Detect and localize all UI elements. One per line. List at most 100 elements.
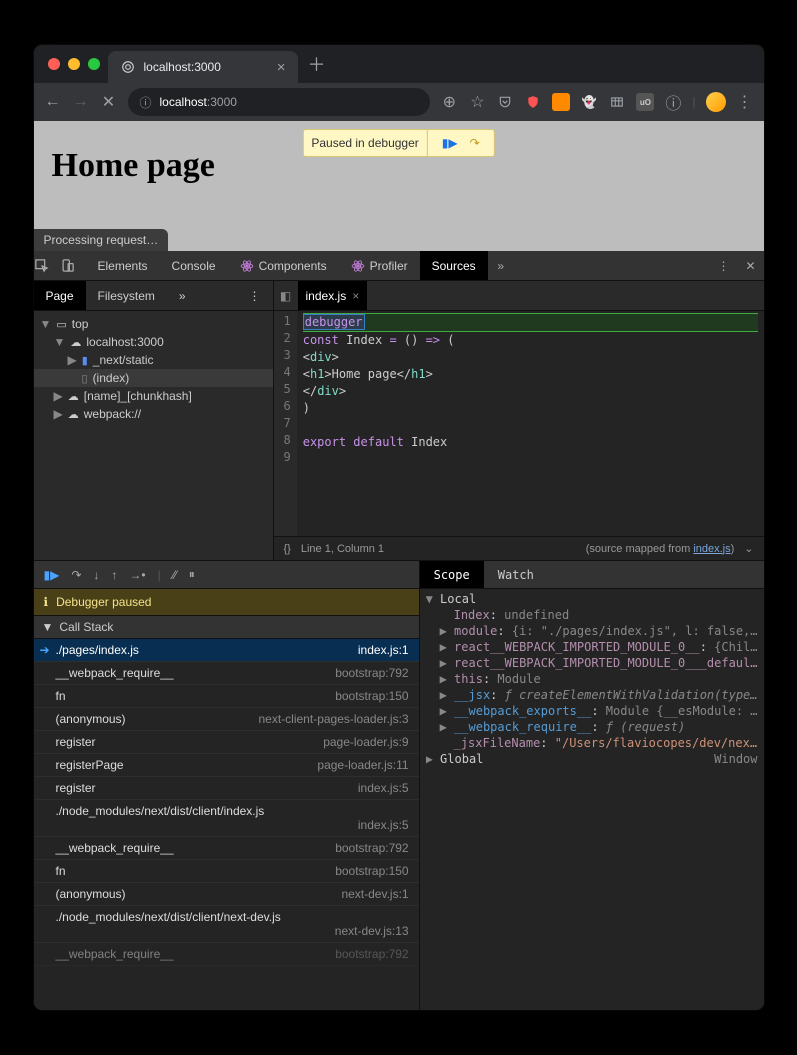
stack-frame[interactable]: __webpack_require__bootstrap:792 — [34, 837, 419, 860]
source-map-link[interactable]: index.js — [693, 543, 730, 555]
stack-frame[interactable]: fnbootstrap:150 — [34, 685, 419, 708]
step-icon[interactable]: ↷ — [464, 133, 486, 153]
scope-row[interactable]: ▶ module: {i: "./pages/index.js", l: fal… — [426, 623, 758, 639]
tree-file-index[interactable]: ▯(index) — [34, 369, 273, 387]
more-tabs-icon[interactable]: » — [488, 259, 514, 273]
debugger-left: ▮▶ ↷ ↓ ↑ →• | ⁄⁄ ⏸ ℹ Debugger paused ▼Ca… — [34, 561, 420, 1010]
bookmark-icon[interactable]: ☆ — [468, 92, 486, 112]
pocket-icon[interactable] — [496, 93, 514, 111]
extension-orange-icon[interactable] — [552, 93, 570, 111]
info-icon[interactable]: ⓘ — [664, 90, 682, 114]
site-info-icon[interactable]: ⓘ — [140, 94, 152, 111]
tab-scope[interactable]: Scope — [420, 561, 484, 588]
tree-folder[interactable]: ▶▮_next/static — [34, 351, 273, 369]
stack-frame[interactable]: __webpack_require__bootstrap:792 — [34, 662, 419, 685]
scope-row[interactable]: ▶ __webpack_require__: ƒ (request) — [426, 719, 758, 735]
back-button[interactable]: ← — [44, 93, 62, 111]
deactivate-breakpoints-button[interactable]: ⁄⁄ — [173, 568, 177, 582]
ghost-icon[interactable]: 👻 — [580, 93, 598, 111]
url: localhost:3000 — [160, 95, 237, 109]
debugger-paused-banner: ℹ Debugger paused — [34, 589, 419, 616]
browser-window: localhost:3000 × ＋ ← → ✕ ⓘ localhost:300… — [34, 45, 764, 1010]
tree-host[interactable]: ▼☁localhost:3000 — [34, 333, 273, 351]
tree-top[interactable]: ▼▭top — [34, 315, 273, 333]
watch-pin-icon[interactable]: ◧ — [274, 289, 298, 303]
scope-row[interactable]: ▶ this: Module — [426, 671, 758, 687]
scope-row[interactable]: ▶ __jsx: ƒ createElementWithValidation(t… — [426, 687, 758, 703]
step-out-button[interactable]: ↑ — [111, 568, 117, 582]
close-window-icon[interactable] — [48, 58, 60, 70]
format-icon[interactable]: {} — [284, 543, 291, 555]
stack-frame[interactable]: ./node_modules/next/dist/client/index.js… — [34, 800, 419, 837]
step-over-button[interactable]: ↷ — [71, 568, 81, 582]
favicon-icon — [120, 59, 136, 75]
stop-button[interactable]: ✕ — [100, 92, 118, 112]
chevron-down-icon[interactable]: ⌄ — [744, 542, 753, 555]
stack-frame[interactable]: ➔./pages/index.jsindex.js:1 — [34, 639, 419, 662]
step-button[interactable]: →• — [129, 568, 145, 582]
extension-grid-icon[interactable] — [608, 93, 626, 111]
tree-name-chunk[interactable]: ▶☁[name]_[chunkhash] — [34, 387, 273, 405]
tab-components[interactable]: Components — [228, 251, 339, 280]
new-tab-button[interactable]: ＋ — [298, 51, 336, 77]
scope-row[interactable]: ▶ react__WEBPACK_IMPORTED_MODULE_0__: {C… — [426, 639, 758, 655]
maximize-window-icon[interactable] — [88, 58, 100, 70]
stack-frame[interactable]: ./node_modules/next/dist/client/next-dev… — [34, 906, 419, 943]
call-stack-header[interactable]: ▼Call Stack — [34, 616, 419, 639]
resume-button[interactable]: ▮▶ — [44, 568, 60, 582]
scope-local[interactable]: ▼ Local — [426, 591, 758, 607]
devtools-close-icon[interactable]: ✕ — [737, 259, 763, 273]
tab-console[interactable]: Console — [160, 251, 228, 280]
nav-menu-icon[interactable]: ⋮ — [237, 281, 273, 310]
scope-row[interactable]: _jsxFileName: "/Users/flaviocopes/dev/ne… — [426, 735, 758, 751]
close-file-icon[interactable]: × — [352, 289, 359, 303]
stack-frame[interactable]: fnbootstrap:150 — [34, 860, 419, 883]
file-tree: ▼▭top ▼☁localhost:3000 ▶▮_next/static ▯(… — [34, 311, 273, 427]
sources-navigator: Page Filesystem » ⋮ ▼▭top ▼☁localhost:30… — [34, 281, 274, 560]
nav-more-icon[interactable]: » — [167, 281, 198, 310]
tab-watch[interactable]: Watch — [484, 561, 548, 588]
device-icon[interactable] — [60, 258, 86, 273]
tab-profiler[interactable]: Profiler — [339, 251, 420, 280]
scope-watch-tabs: Scope Watch — [420, 561, 764, 589]
forward-button[interactable]: → — [72, 93, 90, 111]
menu-icon[interactable]: ⋮ — [736, 92, 754, 112]
scope-row[interactable]: ▶ react__WEBPACK_IMPORTED_MODULE_0___def… — [426, 655, 758, 671]
paused-overlay: Paused in debugger ▮▶ ↷ — [302, 129, 494, 157]
close-tab-icon[interactable]: × — [277, 59, 286, 76]
code-editor[interactable]: 123456789 debugger const Index = () => (… — [274, 311, 764, 536]
stack-frame[interactable]: __webpack_require__bootstrap:792 — [34, 943, 419, 966]
scope-global[interactable]: ▶ GlobalWindow — [426, 751, 758, 767]
shield-icon[interactable] — [524, 93, 542, 111]
address-bar[interactable]: ⓘ localhost:3000 — [128, 88, 431, 116]
nav-tab-page[interactable]: Page — [34, 281, 86, 310]
resume-icon[interactable]: ▮▶ — [436, 133, 464, 153]
window-controls — [42, 58, 108, 70]
inspect-icon[interactable] — [34, 258, 60, 273]
stack-frame[interactable]: (anonymous)next-dev.js:1 — [34, 883, 419, 906]
status-bar: Processing request… — [34, 229, 169, 251]
scope-row[interactable]: Index: undefined — [426, 607, 758, 623]
pause-exceptions-button[interactable]: ⏸ — [189, 567, 195, 582]
zoom-icon[interactable]: ⊕ — [440, 92, 458, 112]
stack-frame[interactable]: registerpage-loader.js:9 — [34, 731, 419, 754]
devtools: Elements Console Components Profiler Sou… — [34, 251, 764, 1010]
ublock-icon[interactable]: uO — [636, 93, 654, 111]
tree-webpack[interactable]: ▶☁webpack:// — [34, 405, 273, 423]
stack-frame[interactable]: (anonymous)next-client-pages-loader.js:3 — [34, 708, 419, 731]
minimize-window-icon[interactable] — [68, 58, 80, 70]
sources-panel: Page Filesystem » ⋮ ▼▭top ▼☁localhost:30… — [34, 281, 764, 561]
stack-frame[interactable]: registerindex.js:5 — [34, 777, 419, 800]
tab-elements[interactable]: Elements — [86, 251, 160, 280]
step-into-button[interactable]: ↓ — [93, 568, 99, 582]
devtools-menu-icon[interactable]: ⋮ — [709, 259, 737, 273]
browser-tab[interactable]: localhost:3000 × — [108, 51, 298, 83]
stack-frame[interactable]: registerPagepage-loader.js:11 — [34, 754, 419, 777]
source-editor: ◧ index.js× 123456789 debugger const Ind… — [274, 281, 764, 560]
file-tab-index[interactable]: index.js× — [298, 281, 368, 310]
scope-row[interactable]: ▶ __webpack_exports__: Module {__esModul… — [426, 703, 758, 719]
tab-sources[interactable]: Sources — [420, 251, 488, 280]
nav-tab-filesystem[interactable]: Filesystem — [86, 281, 167, 310]
profile-avatar[interactable] — [706, 92, 726, 112]
paused-label: Paused in debugger — [303, 133, 426, 153]
